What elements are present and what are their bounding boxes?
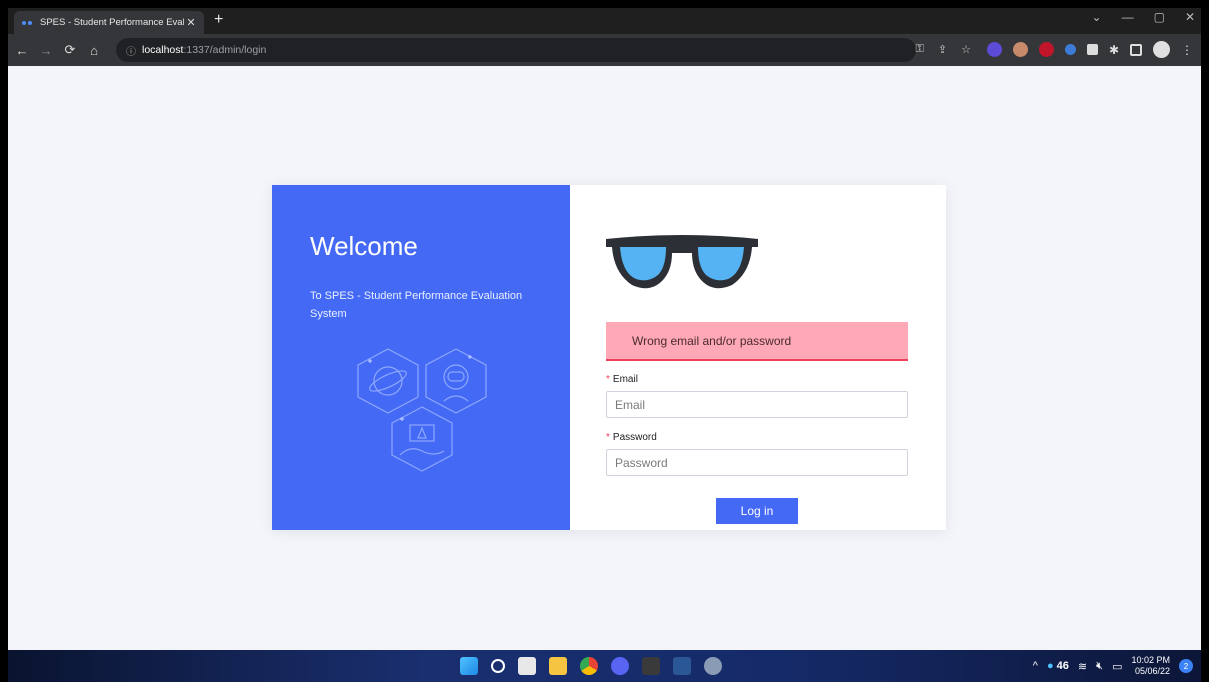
close-tab-icon[interactable]: ✕ xyxy=(184,16,198,29)
extension-icon[interactable] xyxy=(1064,44,1076,55)
required-marker: * xyxy=(606,432,610,443)
profile-avatar[interactable] xyxy=(1153,41,1170,58)
login-error-alert: Wrong email and/or password xyxy=(606,322,908,361)
clock-date: 05/06/22 xyxy=(1134,666,1170,676)
window-controls: ⌄ — ▢ ✕ xyxy=(1092,10,1195,24)
extension-icon[interactable] xyxy=(1012,42,1028,57)
chrome-icon[interactable] xyxy=(580,657,598,675)
welcome-panel: Welcome To SPES - Student Performance Ev… xyxy=(272,185,570,530)
clock[interactable]: 10:02 PM 05/06/22 xyxy=(1131,655,1170,677)
welcome-heading: Welcome xyxy=(310,231,418,261)
task-view-icon[interactable] xyxy=(518,657,536,675)
weather-icon: ● xyxy=(1046,660,1054,672)
address-bar-actions: ⚿ ⇪ ☆ xyxy=(916,43,971,56)
email-label-text: Email xyxy=(612,374,638,385)
key-icon[interactable]: ⚿ xyxy=(916,43,924,56)
email-input[interactable] xyxy=(606,391,908,418)
sunglasses-logo-icon xyxy=(606,235,758,289)
terminal-icon[interactable] xyxy=(642,657,660,675)
taskbar: ^ ● 46 ≋ 🔇︎ ▭ 10:02 PM 05/06/22 2 xyxy=(8,650,1201,682)
reload-icon[interactable]: ⟳ xyxy=(60,42,80,58)
side-panel-icon[interactable] xyxy=(1130,43,1142,56)
back-icon[interactable]: ← xyxy=(12,43,32,58)
browser-toolbar: ← → ⟳ ⌂ ⓘ localhost :1337/admin/login ⚿ … xyxy=(8,34,1201,66)
new-tab-button[interactable]: + xyxy=(214,11,223,29)
settings-icon[interactable] xyxy=(704,657,722,675)
discord-icon[interactable] xyxy=(611,657,629,675)
puzzle-icon[interactable]: ✱ xyxy=(1109,43,1119,57)
extension-icon[interactable] xyxy=(986,42,1002,57)
welcome-subtitle: To SPES - Student Performance Evaluation… xyxy=(310,290,523,320)
password-label: * Password xyxy=(606,432,657,443)
close-window-icon[interactable]: ✕ xyxy=(1185,10,1195,24)
battery-icon[interactable]: ▭ xyxy=(1112,660,1122,673)
login-button[interactable]: Log in xyxy=(716,498,798,524)
search-icon[interactable] xyxy=(491,659,505,673)
word-icon[interactable] xyxy=(673,657,691,675)
login-card: Welcome To SPES - Student Performance Ev… xyxy=(272,185,946,530)
extensions-bar: ✱ ⋮ xyxy=(986,41,1193,58)
clock-time: 10:02 PM xyxy=(1131,655,1170,665)
tab-search-icon[interactable]: ⌄ xyxy=(1092,10,1102,24)
system-tray: ^ ● 46 ≋ 🔇︎ ▭ 10:02 PM 05/06/22 2 xyxy=(1033,655,1193,677)
password-label-text: Password xyxy=(612,432,657,443)
minimize-icon[interactable]: — xyxy=(1122,10,1134,24)
required-marker: * xyxy=(606,374,610,385)
space-illustration-icon xyxy=(357,348,487,472)
browser-tab-bar: SPES - Student Performance Evalu ✕ + ⌄ —… xyxy=(8,8,1201,34)
ublock-icon[interactable] xyxy=(1038,42,1054,57)
browser-tab[interactable]: SPES - Student Performance Evalu ✕ xyxy=(14,11,204,34)
tab-title: SPES - Student Performance Evalu xyxy=(40,17,184,28)
weather-widget[interactable]: ● 46 xyxy=(1047,660,1069,672)
password-input[interactable] xyxy=(606,449,908,476)
notification-badge[interactable]: 2 xyxy=(1179,659,1193,673)
chevron-up-icon[interactable]: ^ xyxy=(1033,660,1038,672)
site-favicon-icon xyxy=(22,20,34,26)
forward-icon[interactable]: → xyxy=(36,43,56,58)
login-panel: Wrong email and/or password *Email *Pass… xyxy=(570,185,946,530)
volume-icon[interactable]: 🔇︎ xyxy=(1096,660,1103,673)
bookmark-star-icon[interactable]: ☆ xyxy=(961,43,971,56)
screen: SPES - Student Performance Evalu ✕ + ⌄ —… xyxy=(8,8,1201,682)
address-bar[interactable]: ⓘ localhost :1337/admin/login xyxy=(116,38,916,62)
share-icon[interactable]: ⇪ xyxy=(938,43,947,56)
home-icon[interactable]: ⌂ xyxy=(84,43,104,58)
site-info-icon[interactable]: ⓘ xyxy=(126,43,136,58)
menu-icon[interactable]: ⋮ xyxy=(1181,43,1193,57)
start-icon[interactable] xyxy=(460,657,478,675)
extension-icon[interactable] xyxy=(1086,44,1098,55)
url-host: localhost xyxy=(142,44,184,56)
file-explorer-icon[interactable] xyxy=(549,657,567,675)
email-label: * Email xyxy=(606,374,638,385)
taskbar-apps xyxy=(460,657,722,675)
url-path: :1337/admin/login xyxy=(183,44,267,56)
weather-temp: 46 xyxy=(1056,660,1069,672)
maximize-icon[interactable]: ▢ xyxy=(1154,10,1165,24)
wifi-icon[interactable]: ≋ xyxy=(1078,660,1087,673)
